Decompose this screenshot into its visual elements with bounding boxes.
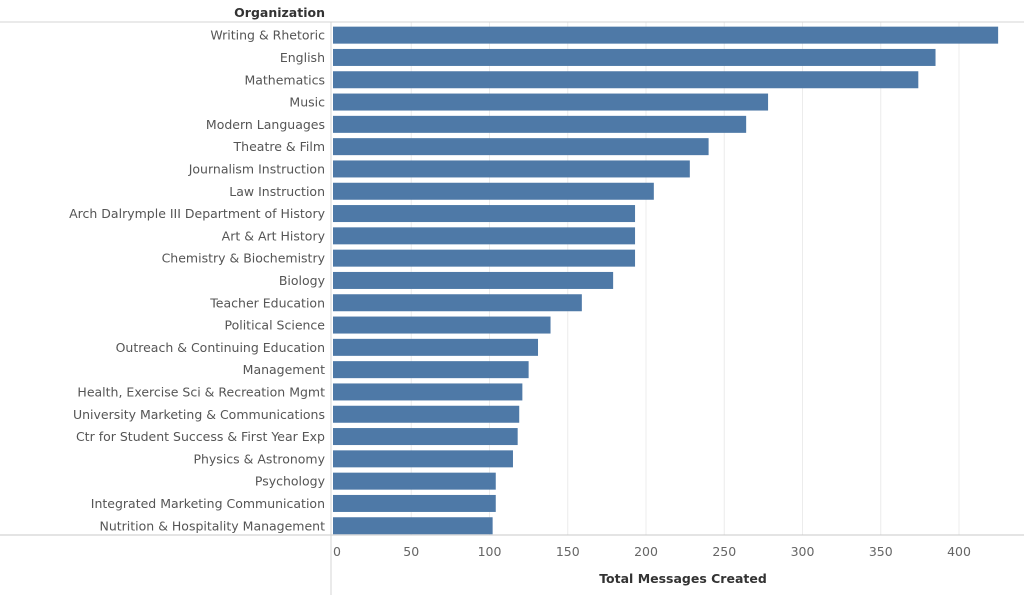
x-tick-label: 350 [869,544,893,559]
category-label: English [280,50,325,65]
bar-chart: Organization Writing & Rhetoric English Ma… [0,5,1024,595]
bar[interactable] [333,450,513,468]
bar[interactable] [333,227,636,245]
category-label: Art & Art History [222,228,326,243]
category-label: Physics & Astronomy [193,451,325,466]
category-label: Biology [279,273,326,288]
x-tick-label: 400 [947,544,971,559]
category-label: Modern Languages [206,117,325,132]
bar[interactable] [333,472,496,490]
bar[interactable] [333,205,636,223]
bar[interactable] [333,517,493,535]
x-tick-label: 0 [333,544,341,559]
bar[interactable] [333,361,529,379]
category-label: Chemistry & Biochemistry [162,251,326,266]
x-tick-label: 300 [791,544,815,559]
bar[interactable] [333,48,936,66]
bar[interactable] [333,138,709,156]
x-tick-label: 150 [556,544,580,559]
bar[interactable] [333,26,999,44]
category-label: Music [289,95,325,110]
bar[interactable] [333,93,769,111]
category-label: Writing & Rhetoric [210,28,325,43]
category-label: Theatre & Film [233,139,325,154]
category-label: Management [243,362,325,377]
bar[interactable] [333,249,636,267]
x-tick-labels: 0 50 100 150 200 250 300 350 400 [333,544,971,559]
x-tick-label: 250 [712,544,736,559]
category-label: Outreach & Continuing Education [116,340,325,355]
bar[interactable] [333,115,747,133]
category-label: Mathematics [244,72,325,87]
bar[interactable] [333,494,496,512]
bar[interactable] [333,294,582,312]
x-tick-label: 100 [478,544,502,559]
bar[interactable] [333,182,654,200]
category-label: Integrated Marketing Communication [91,496,325,511]
bars [333,26,999,535]
bar[interactable] [333,383,523,401]
category-label: Ctr for Student Success & First Year Exp [76,429,325,444]
category-label: Journalism Instruction [188,161,325,176]
bar[interactable] [333,271,614,289]
bar[interactable] [333,160,690,178]
row-header: Organization [234,5,325,20]
category-label: University Marketing & Communications [73,407,325,422]
bar[interactable] [333,71,919,89]
category-label: Health, Exercise Sci & Recreation Mgmt [77,384,325,399]
category-label: Teacher Education [209,295,325,310]
category-label: Law Instruction [229,184,325,199]
x-axis-title: Total Messages Created [599,571,767,586]
category-label: Nutrition & Hospitality Management [99,518,325,533]
bar[interactable] [333,428,518,446]
category-label: Arch Dalrymple III Department of History [69,206,325,221]
category-label: Psychology [255,474,326,489]
bar[interactable] [333,405,520,423]
bar[interactable] [333,316,551,334]
bar[interactable] [333,338,539,356]
x-tick-label: 200 [634,544,658,559]
category-label: Political Science [225,318,326,333]
category-labels: Writing & Rhetoric English Mathematics Musi… [69,28,325,534]
x-tick-label: 50 [403,544,419,559]
